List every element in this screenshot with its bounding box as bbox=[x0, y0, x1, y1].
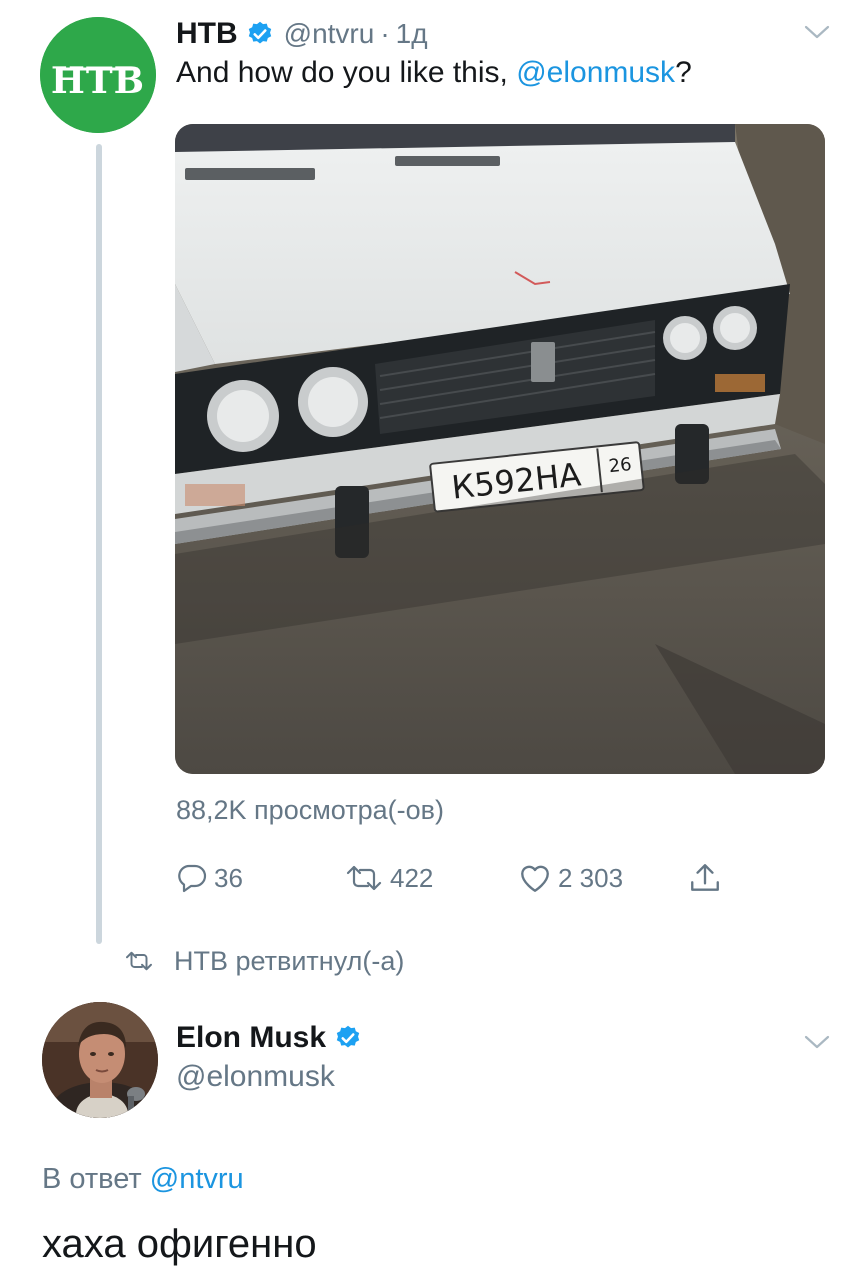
view-count: 88,2K просмотра(-ов) bbox=[176, 795, 444, 825]
retweet-button[interactable]: 422 bbox=[344, 860, 433, 896]
reply-author-name[interactable]: Elon Musk bbox=[176, 1021, 326, 1055]
tweet-video[interactable]: К592НА 26 bbox=[175, 124, 825, 774]
retweet-count: 422 bbox=[390, 862, 434, 893]
tweet-text-start: And how do you like this, bbox=[176, 56, 517, 89]
verified-badge-icon bbox=[336, 1025, 360, 1048]
retweet-icon bbox=[346, 865, 382, 891]
mention-link[interactable]: @elonmusk bbox=[516, 56, 675, 89]
profile-photo bbox=[42, 1002, 158, 1118]
reply-prefix: В ответ bbox=[42, 1163, 150, 1195]
tweet-header: НТВ @ntvru · 1д bbox=[176, 14, 428, 54]
reply-text: хаха офигенно bbox=[42, 1222, 317, 1266]
tweet-author-name[interactable]: НТВ bbox=[176, 17, 238, 51]
reply-header: Elon Musk bbox=[176, 1018, 372, 1058]
chevron-down-icon[interactable] bbox=[804, 1034, 830, 1050]
heart-icon bbox=[521, 865, 549, 892]
tweet-text: And how do you like this, @elonmusk? bbox=[176, 56, 692, 90]
reply-author-handle[interactable]: @elonmusk bbox=[176, 1060, 335, 1094]
verified-badge-icon bbox=[248, 21, 271, 44]
tweet-text-end: ? bbox=[675, 56, 692, 89]
replying-to: В ответ @ntvru bbox=[42, 1163, 244, 1196]
share-icon bbox=[691, 864, 719, 891]
chevron-down-icon[interactable] bbox=[804, 24, 830, 40]
reply-button[interactable]: 36 bbox=[176, 860, 243, 896]
reply-icon bbox=[178, 864, 207, 893]
header-separator: · bbox=[380, 18, 390, 49]
share-button[interactable] bbox=[688, 860, 728, 896]
ntv-logo-text: НТВ bbox=[51, 60, 145, 102]
musk-avatar[interactable] bbox=[42, 1002, 158, 1118]
reply-count: 36 bbox=[214, 862, 243, 893]
ntv-avatar[interactable]: НТВ bbox=[40, 17, 156, 133]
tweet-author-handle[interactable]: @ntvru bbox=[284, 18, 375, 50]
reply-to-mention[interactable]: @ntvru bbox=[150, 1163, 244, 1195]
like-count: 2 303 bbox=[558, 862, 624, 893]
thread-line bbox=[96, 144, 102, 944]
video-frame: К592НА 26 bbox=[175, 124, 825, 774]
retweet-notice: НТВ ретвитнул(-а) bbox=[124, 944, 404, 978]
retweet-notice-text[interactable]: НТВ ретвитнул(-а) bbox=[174, 946, 404, 977]
like-button[interactable]: 2 303 bbox=[518, 860, 623, 896]
plate-region: 26 bbox=[608, 454, 633, 477]
ntv-logo-icon: НТВ bbox=[40, 17, 156, 133]
retweet-small-icon bbox=[126, 951, 152, 971]
tweet-time[interactable]: 1д bbox=[396, 18, 428, 50]
